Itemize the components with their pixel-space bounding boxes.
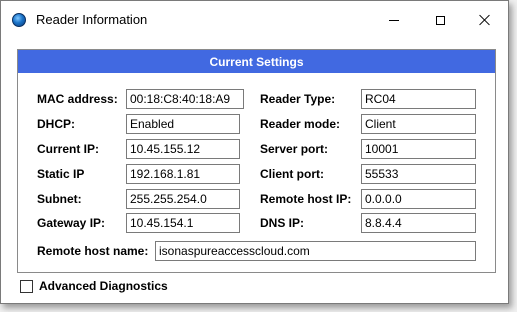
- minimize-icon: [389, 19, 399, 21]
- static-ip-label: Static IP: [37, 167, 85, 181]
- server-port-field[interactable]: 10001: [361, 139, 476, 159]
- remote-host-ip-field[interactable]: 0.0.0.0: [361, 189, 476, 209]
- close-button[interactable]: [462, 1, 508, 39]
- client-port-label: Client port:: [260, 167, 324, 181]
- gateway-ip-field[interactable]: 10.45.154.1: [126, 213, 240, 233]
- static-ip-field[interactable]: 192.168.1.81: [126, 164, 240, 184]
- maximize-button[interactable]: [417, 1, 463, 39]
- maximize-icon: [435, 15, 445, 25]
- remote-host-name-label: Remote host name:: [37, 244, 149, 258]
- subnet-field[interactable]: 255.255.254.0: [126, 189, 240, 209]
- mac-address-field[interactable]: 00:18:C8:40:18:A9: [126, 89, 244, 109]
- mac-address-label: MAC address:: [37, 92, 118, 106]
- globe-icon: [12, 13, 26, 27]
- current-settings-panel: Current Settings MAC address: 00:18:C8:4…: [17, 49, 496, 273]
- advanced-diagnostics-option[interactable]: Advanced Diagnostics: [20, 278, 168, 294]
- dhcp-label: DHCP:: [37, 117, 75, 131]
- dhcp-field[interactable]: Enabled: [126, 114, 240, 134]
- advanced-diagnostics-label[interactable]: Advanced Diagnostics: [39, 279, 168, 293]
- client-port-field[interactable]: 55533: [361, 164, 476, 184]
- subnet-label: Subnet:: [37, 192, 82, 206]
- reader-mode-field[interactable]: Client: [361, 114, 476, 134]
- remote-host-ip-label: Remote host IP:: [260, 192, 352, 206]
- remote-host-name-field[interactable]: isonaspureaccesscloud.com: [155, 241, 476, 261]
- reader-information-window: Reader Information Current Settings MAC …: [0, 0, 509, 304]
- gateway-ip-label: Gateway IP:: [37, 216, 106, 230]
- reader-type-field[interactable]: RC04: [361, 89, 476, 109]
- window-content: Current Settings MAC address: 00:18:C8:4…: [1, 39, 508, 303]
- panel-header: Current Settings: [18, 50, 495, 73]
- close-icon: [479, 14, 491, 26]
- dns-ip-label: DNS IP:: [260, 216, 305, 230]
- window-title: Reader Information: [36, 12, 148, 27]
- server-port-label: Server port:: [260, 142, 329, 156]
- current-ip-field[interactable]: 10.45.155.12: [126, 139, 240, 159]
- dns-ip-field[interactable]: 8.8.4.4: [361, 213, 476, 233]
- current-ip-label: Current IP:: [37, 142, 100, 156]
- reader-type-label: Reader Type:: [260, 92, 336, 106]
- minimize-button[interactable]: [371, 1, 417, 39]
- advanced-diagnostics-checkbox[interactable]: [20, 279, 33, 293]
- reader-mode-label: Reader mode:: [260, 117, 341, 131]
- title-bar[interactable]: Reader Information: [1, 1, 508, 39]
